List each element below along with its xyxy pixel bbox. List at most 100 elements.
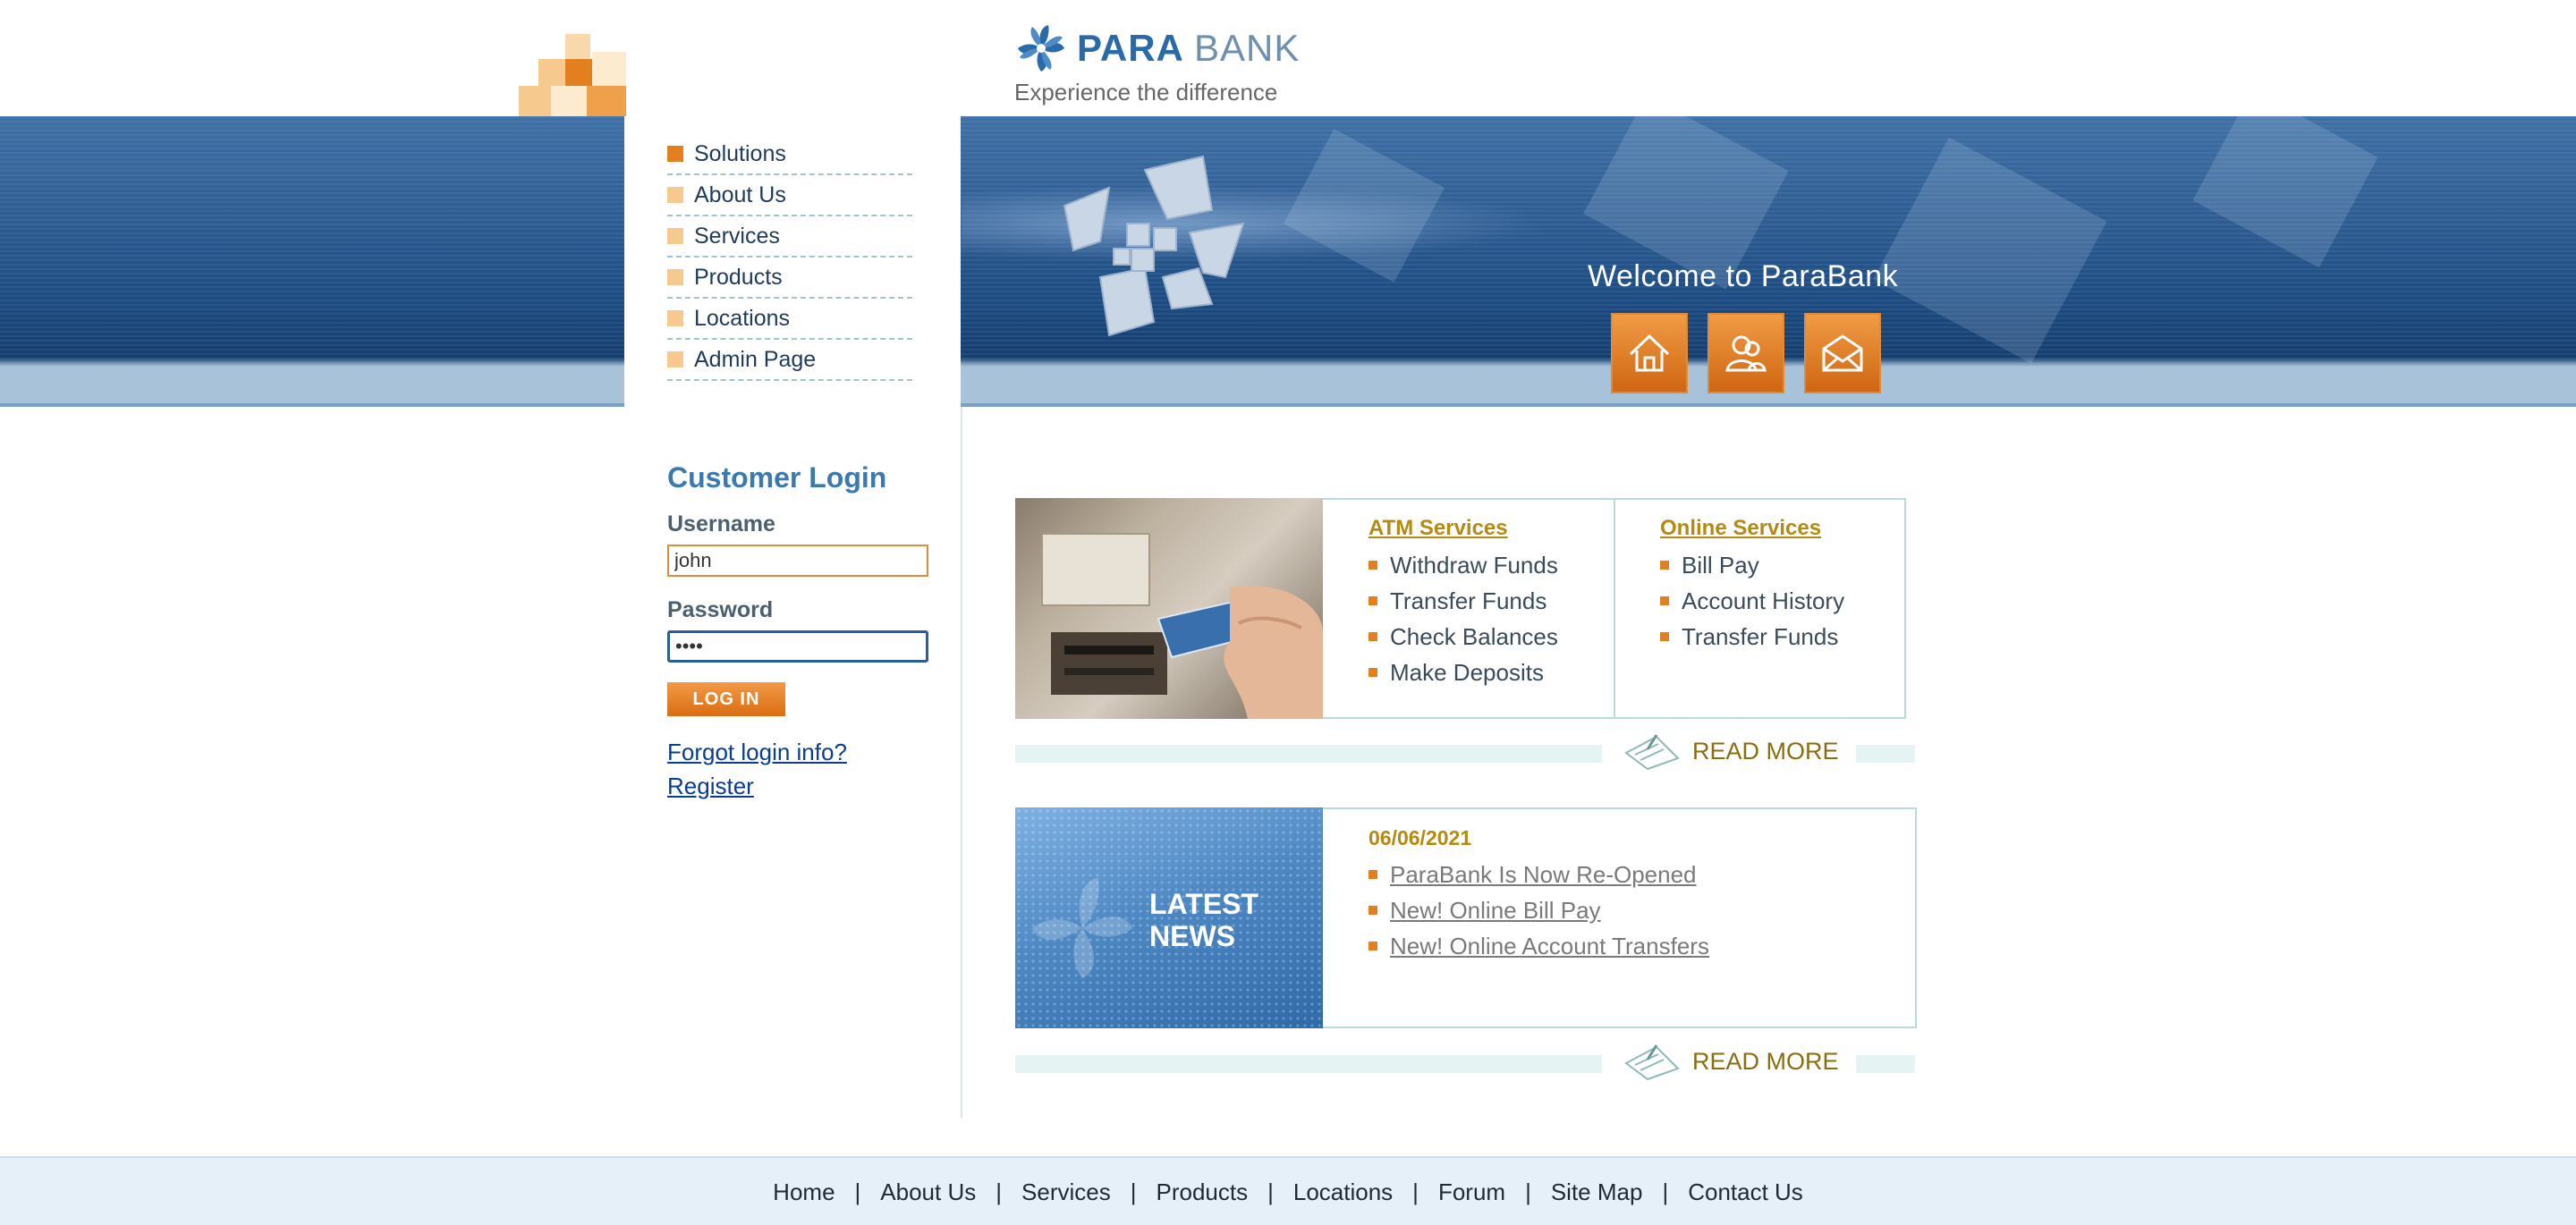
menu-bullet-icon (667, 146, 683, 162)
latest-news-image: LATEST NEWS (1015, 807, 1323, 1028)
logo-cubes-graphic (519, 34, 626, 116)
sidebar-divider (961, 407, 962, 1118)
latest-news-title: LATEST NEWS (1149, 888, 1258, 952)
footer-separator: | (854, 1179, 861, 1205)
menu-item-services[interactable]: Services (667, 216, 912, 258)
menu-item-admin-page[interactable]: Admin Page (667, 340, 912, 381)
menu-bullet-icon (667, 269, 683, 285)
online-service-label: Account History (1682, 587, 1845, 614)
brand-para: PARA (1077, 27, 1183, 69)
welcome-heading: Welcome to ParaBank (1588, 259, 1899, 293)
latest-news-line1: LATEST (1149, 888, 1259, 920)
menu-item-locations[interactable]: Locations (667, 299, 912, 340)
bullet-icon (1368, 906, 1377, 915)
menu-item-label: Solutions (694, 140, 786, 166)
atm-service-label: Withdraw Funds (1390, 551, 1558, 579)
customer-login-title: Customer Login (667, 461, 887, 494)
footer-link-contact-us[interactable]: Contact Us (1688, 1179, 1803, 1206)
bullet-icon (1368, 668, 1377, 677)
news-link[interactable]: ParaBank Is Now Re-Opened (1390, 861, 1697, 889)
read-more-label: READ MORE (1692, 737, 1839, 765)
footer-link-site-map[interactable]: Site Map (1551, 1179, 1643, 1206)
footer-link-services[interactable]: Services (1021, 1179, 1111, 1206)
email-icon (1822, 334, 1863, 372)
atm-service-item[interactable]: Check Balances (1368, 619, 1558, 655)
menu-item-label: Admin Page (694, 346, 817, 372)
atm-service-item[interactable]: Withdraw Funds (1368, 547, 1558, 583)
password-input[interactable] (667, 630, 928, 663)
bullet-icon (1660, 561, 1669, 570)
bullet-icon (1368, 870, 1377, 879)
online-service-label: Transfer Funds (1682, 622, 1839, 650)
brand-bank: BANK (1194, 27, 1301, 69)
online-service-item[interactable]: Bill Pay (1660, 547, 1844, 583)
latest-news-line2: NEWS (1149, 920, 1235, 952)
brand-name: PARA BANK (1077, 27, 1300, 70)
atm-services-heading[interactable]: ATM Services (1368, 516, 1508, 541)
menu-item-about-us[interactable]: About Us (667, 175, 912, 216)
footer-link-forum[interactable]: Forum (1438, 1179, 1505, 1206)
username-label: Username (667, 511, 775, 536)
footer-link-about-us[interactable]: About Us (880, 1179, 976, 1206)
footer-link-products[interactable]: Products (1156, 1179, 1248, 1206)
footer-link-locations[interactable]: Locations (1293, 1179, 1393, 1206)
online-service-item[interactable]: Account History (1660, 583, 1844, 619)
footer-separator: | (1412, 1179, 1419, 1205)
online-service-item[interactable]: Transfer Funds (1660, 619, 1844, 655)
about-contacts-button[interactable] (1707, 313, 1784, 393)
footer-separator: | (996, 1179, 1003, 1205)
news-link[interactable]: New! Online Account Transfers (1390, 933, 1709, 960)
bullet-icon (1660, 632, 1669, 641)
online-services-list: Bill Pay Account History Transfer Funds (1660, 547, 1844, 655)
contacts-icon (1725, 335, 1767, 372)
menu-bullet-icon (667, 228, 683, 244)
footer-separator: | (1130, 1179, 1137, 1205)
footer-separator: | (1267, 1179, 1274, 1205)
footer-link-home[interactable]: Home (773, 1179, 835, 1206)
hero-puzzle-graphic (1063, 155, 1245, 337)
contact-email-button[interactable] (1804, 313, 1881, 393)
services-column-divider (1614, 498, 1615, 719)
menu-item-solutions[interactable]: Solutions (667, 134, 912, 175)
news-item[interactable]: New! Online Bill Pay (1368, 892, 1709, 928)
footer-separator: | (1525, 1179, 1531, 1205)
bullet-icon (1368, 596, 1377, 605)
atm-service-item[interactable]: Make Deposits (1368, 655, 1558, 690)
readmore-bar (1856, 1055, 1915, 1073)
bullet-icon (1368, 942, 1377, 950)
menu-bullet-icon (667, 310, 683, 326)
log-in-button[interactable]: LOG IN (667, 682, 785, 716)
bullet-icon (1368, 561, 1377, 570)
password-label: Password (667, 597, 774, 622)
online-service-label: Bill Pay (1682, 551, 1759, 579)
home-button[interactable] (1611, 313, 1688, 393)
menu-item-label: Products (694, 264, 783, 290)
readmore-bar (1015, 745, 1602, 763)
read-more-label: READ MORE (1692, 1047, 1839, 1075)
atm-service-label: Make Deposits (1390, 658, 1544, 686)
left-menu: Solutions About Us Services Products Loc… (667, 134, 912, 381)
tagline: Experience the difference (1014, 79, 1278, 106)
forgot-login-link[interactable]: Forgot login info? (667, 739, 847, 766)
news-list: ParaBank Is Now Re-Opened New! Online Bi… (1368, 857, 1709, 964)
atm-card-image (1041, 533, 1323, 719)
atm-service-item[interactable]: Transfer Funds (1368, 583, 1558, 619)
menu-item-label: Services (694, 223, 780, 249)
services-read-more-link[interactable]: READ MORE (1621, 731, 1839, 771)
username-input[interactable] (667, 545, 928, 577)
news-item[interactable]: ParaBank Is Now Re-Opened (1368, 857, 1709, 892)
document-pen-icon (1624, 734, 1680, 771)
news-link[interactable]: New! Online Bill Pay (1390, 897, 1601, 925)
menu-item-label: Locations (694, 305, 791, 331)
document-pen-icon (1624, 1044, 1680, 1081)
parabank-flower-icon (1018, 25, 1064, 72)
home-icon (1629, 334, 1670, 372)
register-link[interactable]: Register (667, 773, 754, 800)
news-flower-watermark-icon (1031, 877, 1133, 979)
bullet-icon (1660, 596, 1669, 605)
menu-item-products[interactable]: Products (667, 258, 912, 299)
news-item[interactable]: New! Online Account Transfers (1368, 928, 1709, 964)
online-services-heading[interactable]: Online Services (1660, 516, 1821, 541)
news-read-more-link[interactable]: READ MORE (1621, 1042, 1839, 1081)
parabank-logo[interactable]: PARA BANK (1014, 20, 1300, 77)
